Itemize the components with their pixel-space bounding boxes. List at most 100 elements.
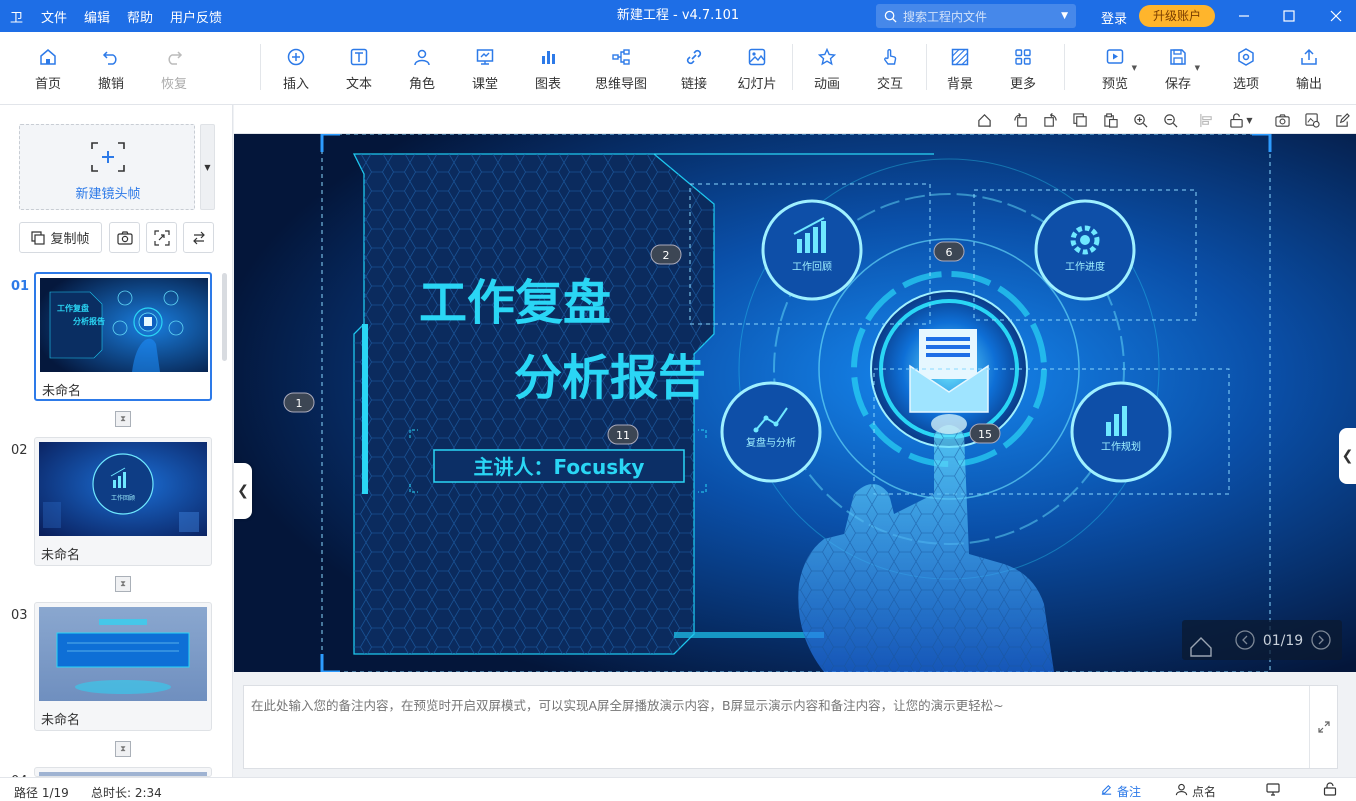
frame-marker[interactable]: 11 <box>607 424 639 445</box>
new-frame-button[interactable]: 新建镜头帧 <box>19 124 195 210</box>
path-count: 路径 1/19 <box>14 786 69 800</box>
slide-panel-scrollbar[interactable] <box>222 273 227 361</box>
search-icon <box>884 10 897 23</box>
unlock-icon[interactable] <box>1323 782 1337 799</box>
mindmap-button[interactable]: 思维导图 <box>590 46 652 94</box>
slide-canvas[interactable]: 工作复盘 分析报告 主讲人：Focusky 工作回顾 工作进度 复盘与分析 工作… <box>234 134 1356 672</box>
presenter-text[interactable]: 主讲人：Focusky <box>474 455 645 479</box>
slide-panel: 新建镜头帧 ▼ 复制帧 01 工作复盘 分析报告 未命名 ⧗ 02 工作回顾 未… <box>0 105 233 789</box>
home-view-icon[interactable] <box>974 110 994 130</box>
rollcall-label: 点名 <box>1192 785 1217 799</box>
home-icon <box>37 46 59 68</box>
new-frame-label: 新建镜头帧 <box>75 187 141 202</box>
text-button[interactable]: 文本 <box>333 46 385 94</box>
slide-title-line1[interactable]: 工作复盘 <box>419 275 611 331</box>
frame-marker[interactable]: 1 <box>283 392 315 413</box>
menu-edit[interactable]: 编辑 <box>84 7 110 26</box>
expand-notes-button[interactable] <box>1309 686 1337 768</box>
lock-dropdown[interactable]: ▼ <box>1226 110 1256 130</box>
link-button[interactable]: 链接 <box>668 46 720 94</box>
export-icon <box>1298 46 1320 68</box>
frame-marker[interactable]: 2 <box>650 244 682 265</box>
collapse-left-panel-button[interactable]: ❮ <box>234 463 252 519</box>
menu-feedback[interactable]: 用户反馈 <box>170 7 222 26</box>
expand-right-panel-button[interactable]: ❮ <box>1339 428 1356 484</box>
project-search-input[interactable]: 搜索工程内文件 ▼ <box>876 4 1076 28</box>
slide-thumbnail-item[interactable]: 工作回顾 未命名 <box>34 437 212 566</box>
interaction-button[interactable]: 交互 <box>864 46 916 94</box>
copy-icon[interactable] <box>1070 110 1090 130</box>
maximize-icon[interactable] <box>1269 0 1309 32</box>
chart-button[interactable]: 图表 <box>522 46 574 94</box>
paste-icon[interactable] <box>1100 110 1120 130</box>
align-left-icon[interactable] <box>1196 110 1216 130</box>
screen-share-icon[interactable] <box>1266 782 1280 799</box>
rotate-right-icon[interactable] <box>1040 110 1060 130</box>
chart-label: 图表 <box>534 77 561 92</box>
zoom-in-icon[interactable] <box>1130 110 1150 130</box>
redo-label: 恢复 <box>160 77 187 92</box>
thumb-title-line2: 分析报告 <box>73 316 105 326</box>
edit-icon[interactable] <box>1332 110 1352 130</box>
camera-icon[interactable] <box>1272 110 1292 130</box>
more-button[interactable]: 更多 <box>997 46 1049 94</box>
options-button[interactable]: 选项 <box>1220 46 1272 94</box>
upgrade-account-button[interactable]: 升级账户 <box>1139 5 1215 27</box>
reorder-button[interactable] <box>183 222 214 253</box>
slide-title-line2[interactable]: 分析报告 <box>514 350 706 406</box>
toolbar-divider <box>926 44 927 90</box>
rotate-left-icon[interactable] <box>1010 110 1030 130</box>
close-icon[interactable] <box>1316 0 1356 32</box>
total-duration: 总时长: 2:34 <box>91 786 162 800</box>
slide-thumbnail-item[interactable]: 工作复盘 分析报告 未命名 <box>34 272 212 401</box>
rollcall-button[interactable]: 点名 <box>1175 783 1216 800</box>
feature-circle-analysis[interactable]: 复盘与分析 <box>720 381 822 483</box>
transition-icon[interactable]: ⧗ <box>115 576 131 592</box>
title-bar: 卫 文件 编辑 帮助 用户反馈 新建工程 - v4.7.101 搜索工程内文件 … <box>0 0 1356 32</box>
slide-thumbnail: 工作回顾 <box>39 442 207 536</box>
chevron-down-icon[interactable]: ▼ <box>1061 11 1068 21</box>
minimize-icon[interactable] <box>1224 0 1264 32</box>
transition-icon[interactable]: ⧗ <box>115 741 131 757</box>
text-label: 文本 <box>345 77 372 92</box>
background-button[interactable]: 背景 <box>934 46 986 94</box>
frame-marker[interactable]: 15 <box>969 423 1001 444</box>
snapshot-button[interactable] <box>109 222 140 253</box>
slide-thumbnail: 工作复盘 分析报告 <box>40 278 208 372</box>
export-button[interactable]: 输出 <box>1283 46 1335 94</box>
home-button[interactable]: 首页 <box>22 46 74 94</box>
login-button[interactable]: 登录 <box>1101 8 1127 27</box>
new-frame-dropdown[interactable]: ▼ <box>200 124 215 210</box>
insert-button[interactable]: 插入 <box>270 46 322 94</box>
menu-help[interactable]: 帮助 <box>127 7 153 26</box>
feature-circle-planning[interactable]: 工作规划 <box>1070 381 1172 483</box>
feature-circle-progress[interactable]: 工作进度 <box>1034 199 1136 301</box>
slideshow-button[interactable]: 幻灯片 <box>731 46 783 94</box>
animation-button[interactable]: 动画 <box>801 46 853 94</box>
notes-toggle[interactable]: 备注 <box>1100 783 1141 800</box>
preview-button[interactable]: 预览 ▼ <box>1089 46 1141 94</box>
feature-label: 工作回顾 <box>792 261 832 273</box>
chevron-down-icon[interactable]: ▼ <box>1132 64 1137 72</box>
role-button[interactable]: 角色 <box>396 46 448 94</box>
fit-frame-button[interactable] <box>146 222 177 253</box>
slide-thumbnail-item[interactable]: 未命名 <box>34 602 212 731</box>
menu-file[interactable]: 文件 <box>41 7 67 26</box>
save-label: 保存 <box>1164 77 1191 92</box>
slide-thumbnail-item[interactable] <box>34 767 212 777</box>
image-settings-icon[interactable] <box>1302 110 1322 130</box>
save-button[interactable]: 保存 ▼ <box>1152 46 1204 94</box>
chevron-down-icon[interactable]: ▼ <box>1195 64 1200 72</box>
frame-marker[interactable]: 6 <box>933 241 965 262</box>
expand-icon <box>1317 721 1330 733</box>
feature-circle-review[interactable]: 工作回顾 <box>761 199 863 301</box>
undo-button[interactable]: 撤销 <box>85 46 137 94</box>
notes-input[interactable] <box>244 686 1310 768</box>
redo-button[interactable]: 恢复 <box>148 46 200 94</box>
slide-2-preview: 工作回顾 <box>39 442 207 536</box>
transition-icon[interactable]: ⧗ <box>115 411 131 427</box>
grid-icon <box>1012 46 1034 68</box>
copy-frame-button[interactable]: 复制帧 <box>19 222 102 253</box>
zoom-out-icon[interactable] <box>1160 110 1180 130</box>
classroom-button[interactable]: 课堂 <box>459 46 511 94</box>
